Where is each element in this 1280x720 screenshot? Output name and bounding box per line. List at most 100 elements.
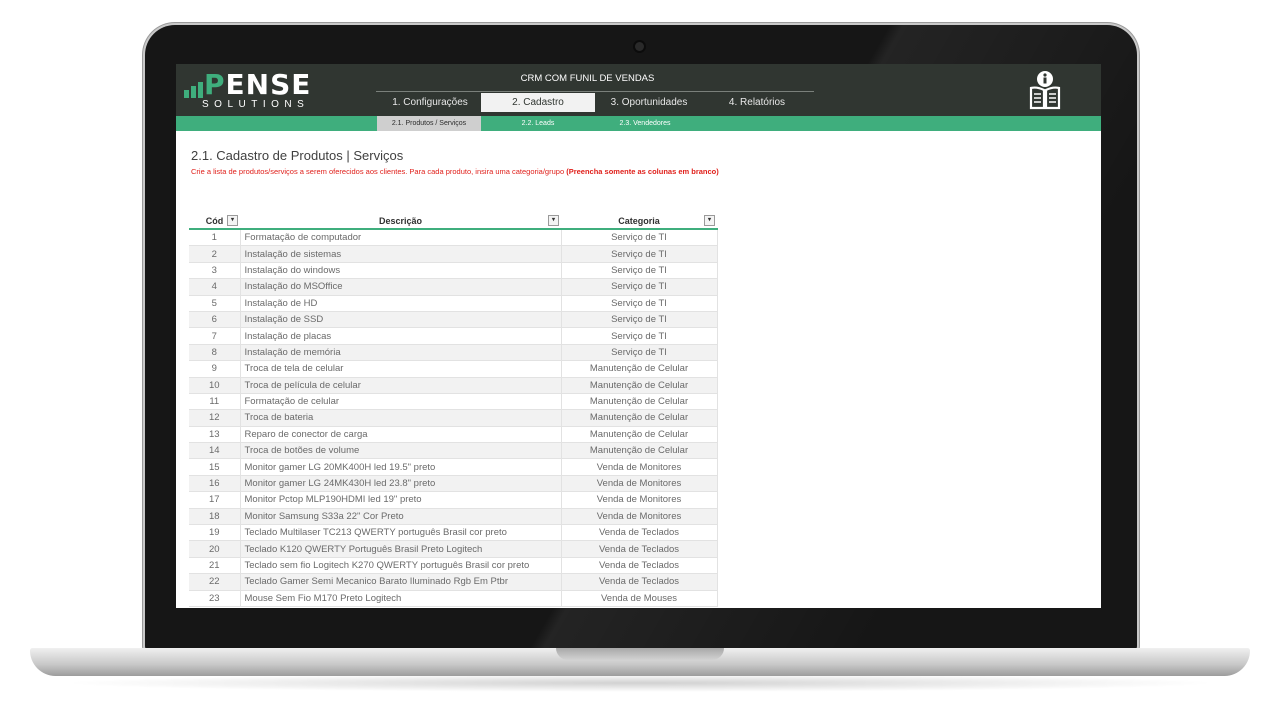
table-row[interactable]: 17 Monitor Pctop MLP190HDMI led 19" preto…	[189, 491, 718, 509]
cell-descricao[interactable]: Monitor Pctop MLP190HDMI led 19" preto	[239, 491, 562, 509]
table-row[interactable]: 21 Teclado sem fio Logitech K270 QWERTY p…	[189, 557, 718, 575]
cell-categoria[interactable]: Serviço de TI	[561, 229, 718, 247]
table-row[interactable]: 13 Reparo de conector de carga Manutenção …	[189, 426, 718, 444]
cell-cod[interactable]: 6	[189, 311, 240, 329]
cell-descricao[interactable]: Reparo de conector de carga	[239, 426, 562, 444]
cell-cod[interactable]: 5	[189, 295, 240, 312]
cell-categoria[interactable]: Manutenção de Celular	[561, 409, 718, 427]
subtab-produtos-servicos[interactable]: 2.1. Produtos / Serviços	[377, 116, 481, 131]
cell-cod[interactable]: 20	[189, 540, 240, 558]
cell-categoria[interactable]: Serviço de TI	[561, 245, 718, 263]
cell-cod[interactable]: 7	[189, 327, 240, 345]
cell-descricao[interactable]: Monitor gamer LG 24MK430H led 23.8" pret…	[239, 475, 562, 493]
table-row[interactable]: 12 Troca de bateria Manutenção de Celular	[189, 409, 718, 427]
cell-categoria[interactable]: Manutenção de Celular	[561, 393, 718, 411]
subtab-leads[interactable]: 2.2. Leads	[496, 116, 580, 131]
cell-cod[interactable]: 23	[189, 590, 240, 607]
table-row[interactable]: 6 Instalação de SSD Serviço de TI	[189, 311, 718, 329]
cell-descricao[interactable]: Mouse Sem Fio M170 Preto Logitech	[239, 590, 562, 607]
cell-cod[interactable]: 9	[189, 360, 240, 378]
table-row[interactable]: 20 Teclado K120 QWERTY Português Brasil P…	[189, 540, 718, 558]
cell-cod[interactable]: 18	[189, 508, 240, 526]
cell-categoria[interactable]: Manutenção de Celular	[561, 442, 718, 460]
tab-configuracoes[interactable]: 1. Configurações	[373, 93, 487, 112]
cell-categoria[interactable]: Venda de Monitores	[561, 475, 718, 493]
cell-cod[interactable]: 1	[189, 229, 240, 247]
cell-categoria[interactable]: Venda de Mouses	[561, 590, 718, 607]
table-row[interactable]: 3 Instalação do windows Serviço de TI	[189, 262, 718, 280]
cell-descricao[interactable]: Instalação do MSOffice	[239, 278, 562, 296]
cell-categoria[interactable]: Venda de Teclados	[561, 540, 718, 558]
cell-descricao[interactable]: Instalação de HD	[239, 295, 562, 312]
cell-categoria[interactable]: Venda de Monitores	[561, 508, 718, 526]
table-row[interactable]: 16 Monitor gamer LG 24MK430H led 23.8" pr…	[189, 475, 718, 493]
cell-cod[interactable]: 19	[189, 524, 240, 542]
cell-categoria[interactable]: Serviço de TI	[561, 295, 718, 312]
cell-categoria[interactable]: Venda de Monitores	[561, 458, 718, 476]
cell-descricao[interactable]: Instalação de placas	[239, 327, 562, 345]
table-row[interactable]: 2 Instalação de sistemas Serviço de TI	[189, 245, 718, 263]
table-row[interactable]: 4 Instalação do MSOffice Serviço de TI	[189, 278, 718, 296]
cell-cod[interactable]: 13	[189, 426, 240, 444]
cell-descricao[interactable]: Instalação do windows	[239, 262, 562, 280]
cell-categoria[interactable]: Serviço de TI	[561, 278, 718, 296]
cell-descricao[interactable]: Troca de botões de volume	[239, 442, 562, 460]
cell-cod[interactable]: 17	[189, 491, 240, 509]
cell-cod[interactable]: 15	[189, 458, 240, 476]
table-row[interactable]: 1 Formatação de computador Serviço de TI	[189, 229, 718, 247]
cell-cod[interactable]: 12	[189, 409, 240, 427]
cell-descricao[interactable]: Instalação de memória	[239, 344, 562, 362]
table-row[interactable]: 14 Troca de botões de volume Manutenção de…	[189, 442, 718, 460]
filter-dropdown-icon[interactable]: ▾	[548, 215, 559, 226]
cell-descricao[interactable]: Monitor gamer LG 20MK400H led 19.5" pret…	[239, 458, 562, 476]
cell-cod[interactable]: 4	[189, 278, 240, 296]
cell-cod[interactable]: 14	[189, 442, 240, 460]
cell-cod[interactable]: 11	[189, 393, 240, 411]
cell-descricao[interactable]: Formatação de celular	[239, 393, 562, 411]
tab-cadastro[interactable]: 2. Cadastro	[481, 93, 595, 112]
cell-categoria[interactable]: Serviço de TI	[561, 327, 718, 345]
cell-descricao[interactable]: Teclado Gamer Semi Mecanico Barato Ilumi…	[239, 573, 562, 591]
cell-descricao[interactable]: Formatação de computador	[239, 229, 562, 247]
filter-dropdown-icon[interactable]: ▾	[227, 215, 238, 226]
cell-cod[interactable]: 10	[189, 377, 240, 394]
cell-cod[interactable]: 22	[189, 573, 240, 591]
cell-categoria[interactable]: Serviço de TI	[561, 311, 718, 329]
table-row[interactable]: 11 Formatação de celular Manutenção de Cel…	[189, 393, 718, 411]
cell-categoria[interactable]: Manutenção de Celular	[561, 377, 718, 394]
table-row[interactable]: 8 Instalação de memória Serviço de TI	[189, 344, 718, 362]
table-row[interactable]: 15 Monitor gamer LG 20MK400H led 19.5" pr…	[189, 458, 718, 476]
cell-descricao[interactable]: Instalação de sistemas	[239, 245, 562, 263]
cell-cod[interactable]: 21	[189, 557, 240, 575]
table-row[interactable]: 19 Teclado Multilaser TC213 QWERTY portug…	[189, 524, 718, 542]
filter-dropdown-icon[interactable]: ▾	[704, 215, 715, 226]
table-row[interactable]: 23 Mouse Sem Fio M170 Preto Logitech Venda…	[189, 590, 718, 607]
cell-descricao[interactable]: Instalação de SSD	[239, 311, 562, 329]
cell-categoria[interactable]: Venda de Teclados	[561, 573, 718, 591]
cell-categoria[interactable]: Venda de Monitores	[561, 491, 718, 509]
cell-cod[interactable]: 8	[189, 344, 240, 362]
cell-descricao[interactable]: Teclado K120 QWERTY Português Brasil Pre…	[239, 540, 562, 558]
table-row[interactable]: 10 Troca de película de celular Manutenção…	[189, 377, 718, 394]
cell-descricao[interactable]: Monitor Samsung S33a 22" Cor Preto	[239, 508, 562, 526]
cell-descricao[interactable]: Troca de bateria	[239, 409, 562, 427]
cell-categoria[interactable]: Venda de Teclados	[561, 557, 718, 575]
tab-oportunidades[interactable]: 3. Oportunidades	[592, 93, 706, 112]
cell-cod[interactable]: 16	[189, 475, 240, 493]
cell-descricao[interactable]: Troca de película de celular	[239, 377, 562, 394]
cell-categoria[interactable]: Manutenção de Celular	[561, 360, 718, 378]
cell-descricao[interactable]: Troca de tela de celular	[239, 360, 562, 378]
table-row[interactable]: 9 Troca de tela de celular Manutenção de C…	[189, 360, 718, 378]
table-row[interactable]: 7 Instalação de placas Serviço de TI	[189, 327, 718, 345]
table-row[interactable]: 5 Instalação de HD Serviço de TI	[189, 295, 718, 312]
cell-descricao[interactable]: Teclado sem fio Logitech K270 QWERTY por…	[239, 557, 562, 575]
cell-cod[interactable]: 2	[189, 245, 240, 263]
table-row[interactable]: 18 Monitor Samsung S33a 22" Cor Preto Vend…	[189, 508, 718, 526]
cell-categoria[interactable]: Manutenção de Celular	[561, 426, 718, 444]
tab-relatorios[interactable]: 4. Relatórios	[700, 93, 814, 112]
table-row[interactable]: 22 Teclado Gamer Semi Mecanico Barato Ilu…	[189, 573, 718, 591]
info-book-icon[interactable]	[1028, 70, 1062, 110]
cell-categoria[interactable]: Venda de Teclados	[561, 524, 718, 542]
cell-descricao[interactable]: Teclado Multilaser TC213 QWERTY portuguê…	[239, 524, 562, 542]
subtab-vendedores[interactable]: 2.3. Vendedores	[601, 116, 689, 131]
